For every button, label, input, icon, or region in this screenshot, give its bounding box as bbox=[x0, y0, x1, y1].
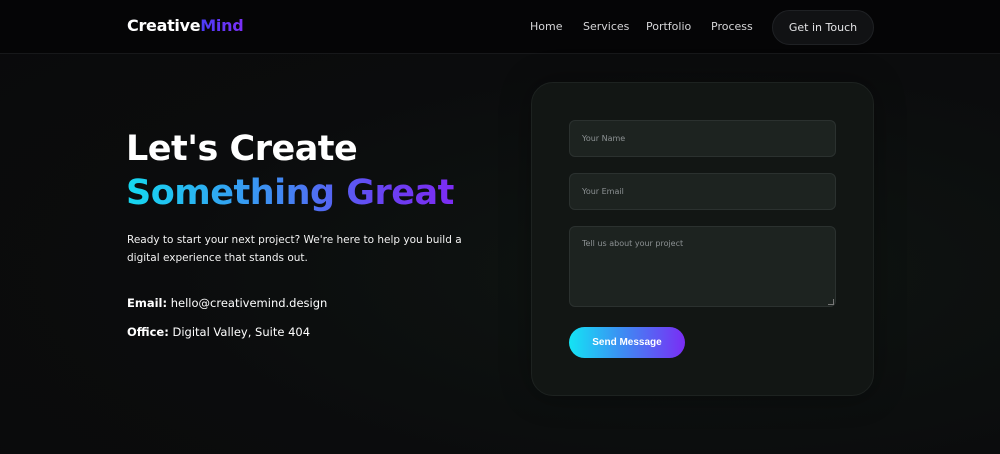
nav-link-home[interactable]: Home bbox=[530, 19, 562, 35]
contact-office-value: Digital Valley, Suite 404 bbox=[172, 325, 311, 339]
nav-link-services[interactable]: Services bbox=[583, 19, 629, 35]
logo[interactable]: CreativeMind bbox=[127, 15, 244, 37]
contact-office: Office: Digital Valley, Suite 404 bbox=[127, 324, 310, 340]
contact-email-value[interactable]: hello@creativemind.design bbox=[171, 296, 328, 310]
hero-description: Ready to start your next project? We're … bbox=[127, 234, 462, 264]
logo-text-primary: Creative bbox=[127, 16, 201, 35]
send-message-button[interactable]: Send Message bbox=[569, 327, 685, 358]
site-header: CreativeMind Home Services Portfolio Pro… bbox=[0, 0, 1000, 54]
contact-email: Email: hello@creativemind.design bbox=[127, 295, 327, 311]
nav-link-portfolio[interactable]: Portfolio bbox=[646, 19, 691, 35]
hero-title-line-2: Something Great bbox=[126, 173, 454, 213]
nav-link-process[interactable]: Process bbox=[711, 19, 753, 35]
contact-email-label: Email: bbox=[127, 296, 168, 310]
project-message-textarea[interactable] bbox=[569, 226, 836, 307]
contact-office-label: Office: bbox=[127, 325, 169, 339]
name-input[interactable] bbox=[569, 120, 836, 157]
email-input[interactable] bbox=[569, 173, 836, 210]
get-in-touch-button[interactable]: Get in Touch bbox=[772, 10, 874, 45]
contact-page: CreativeMind Home Services Portfolio Pro… bbox=[0, 0, 1000, 454]
resize-handle-icon[interactable] bbox=[828, 299, 834, 305]
hero-title-line-1: Let's Create bbox=[126, 129, 358, 169]
logo-text-accent: Mind bbox=[200, 16, 244, 35]
